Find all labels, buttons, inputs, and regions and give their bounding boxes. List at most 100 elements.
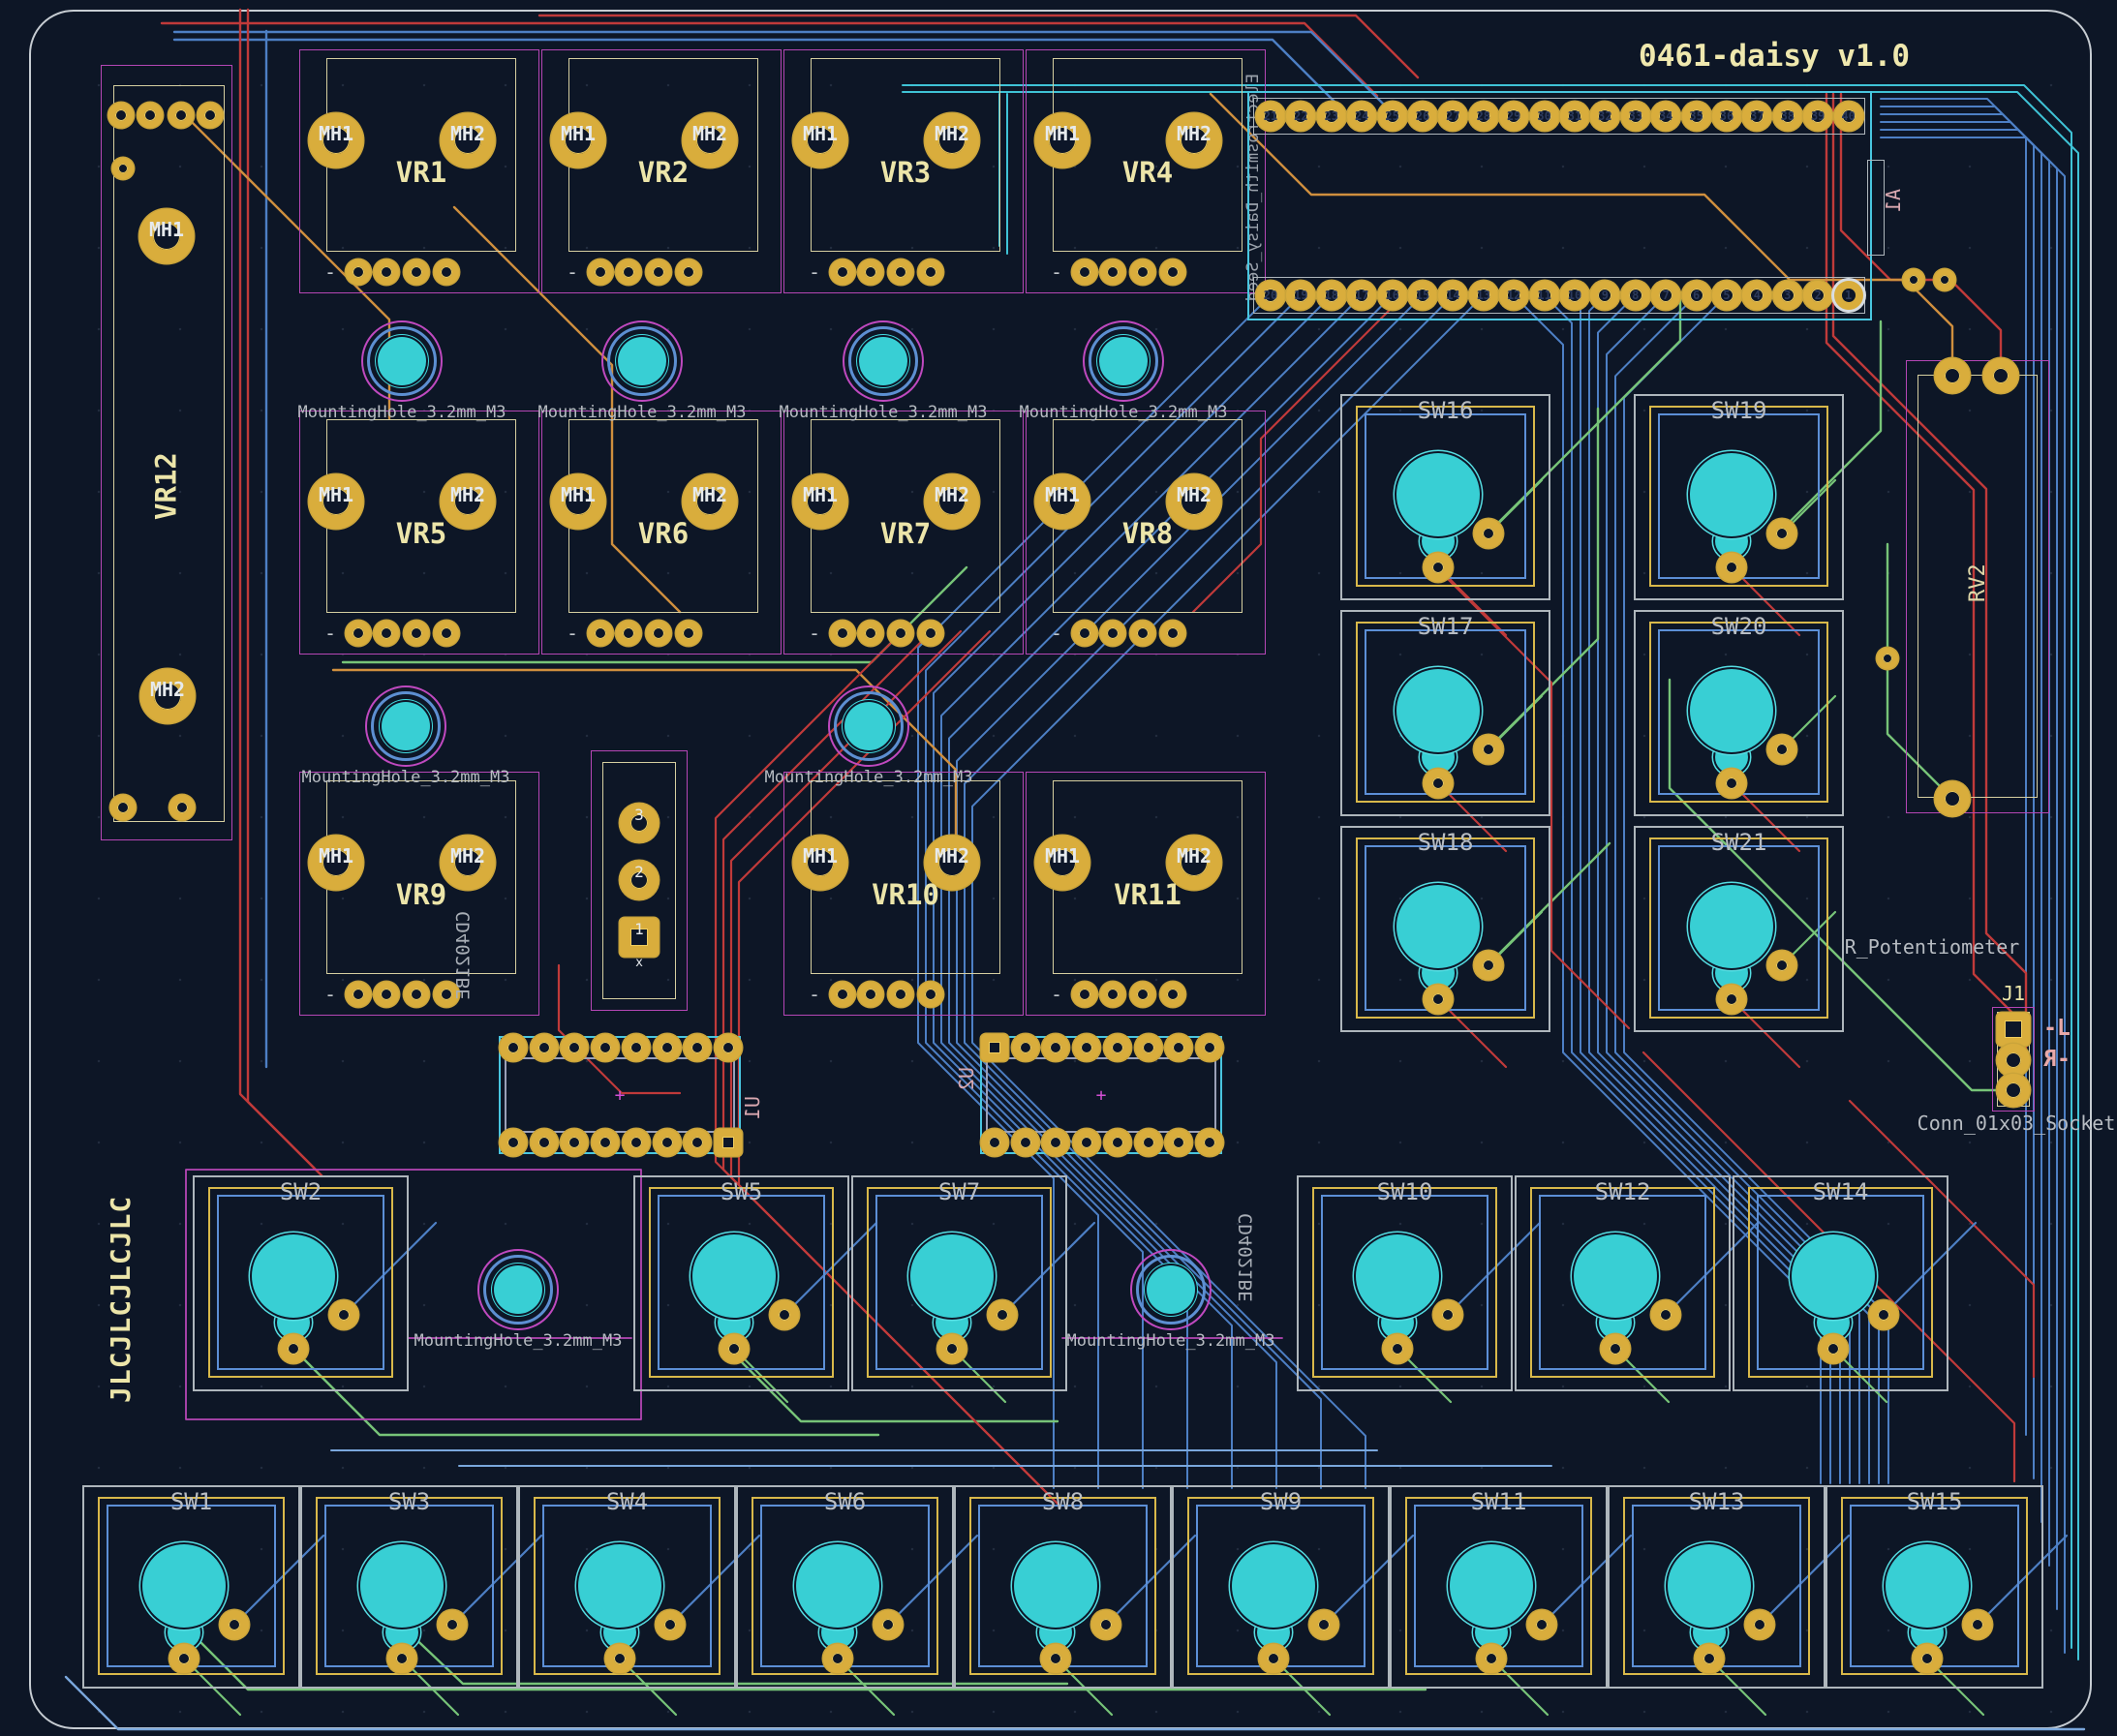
U1-pad-b7[interactable] — [684, 1129, 711, 1156]
VR3-pad-4[interactable] — [918, 259, 943, 285]
VR5-pad-3[interactable] — [404, 621, 429, 646]
SW19-pad-2[interactable] — [1767, 519, 1796, 548]
U2-pad-b4[interactable] — [1073, 1129, 1100, 1156]
VR10-pad-3[interactable] — [888, 982, 913, 1007]
via[interactable] — [112, 158, 134, 179]
SW17-pad-2[interactable] — [1474, 735, 1503, 764]
SW20-pad-2[interactable] — [1767, 735, 1796, 764]
SW3-pad-2[interactable] — [438, 1610, 467, 1639]
RV2-pad-2[interactable] — [1983, 358, 2018, 393]
SW10-pad-1[interactable] — [1383, 1334, 1412, 1363]
VR4-pad-2[interactable] — [1100, 259, 1125, 285]
via[interactable] — [1877, 648, 1898, 669]
SW10-pad-2[interactable] — [1433, 1300, 1462, 1329]
SW19-pad-1[interactable] — [1717, 553, 1746, 582]
U2-pad-t5[interactable] — [1104, 1034, 1131, 1061]
J1-pad-1[interactable] — [1997, 1013, 2030, 1046]
VR5-pad-2[interactable] — [374, 621, 399, 646]
SW14-pad-2[interactable] — [1869, 1300, 1898, 1329]
VR8-pad-3[interactable] — [1130, 621, 1155, 646]
SW11-pad-2[interactable] — [1527, 1610, 1556, 1639]
VR7-pad-4[interactable] — [918, 621, 943, 646]
U1-pad-b8[interactable] — [715, 1129, 742, 1156]
VR4-pad-1[interactable] — [1072, 259, 1097, 285]
SW7-pad-1[interactable] — [937, 1334, 966, 1363]
VR11-pad-4[interactable] — [1160, 982, 1185, 1007]
SW6-pad-2[interactable] — [874, 1610, 903, 1639]
SW1-pad-2[interactable] — [220, 1610, 249, 1639]
U1-pad-t8[interactable] — [715, 1034, 742, 1061]
VR6-pad-3[interactable] — [646, 621, 671, 646]
VR4-pad-4[interactable] — [1160, 259, 1185, 285]
VR7-pad-1[interactable] — [830, 621, 855, 646]
SW21-pad-1[interactable] — [1717, 985, 1746, 1014]
VR8-pad-1[interactable] — [1072, 621, 1097, 646]
U1-pad-b4[interactable] — [592, 1129, 619, 1156]
U1-pad-t6[interactable] — [654, 1034, 681, 1061]
SW16-pad-2[interactable] — [1474, 519, 1503, 548]
VR11-pad-2[interactable] — [1100, 982, 1125, 1007]
VR7-pad-3[interactable] — [888, 621, 913, 646]
U1-pad-b1[interactable] — [500, 1129, 527, 1156]
SW9-pad-1[interactable] — [1259, 1644, 1288, 1673]
VR12-pad-t3[interactable] — [169, 103, 194, 128]
SW13-pad-2[interactable] — [1745, 1610, 1774, 1639]
VR2-pad-4[interactable] — [676, 259, 701, 285]
U2-pad-t8[interactable] — [1196, 1034, 1223, 1061]
VR2-pad-1[interactable] — [588, 259, 613, 285]
via[interactable] — [1903, 269, 1924, 290]
SW12-pad-1[interactable] — [1601, 1334, 1630, 1363]
U1-pad-t2[interactable] — [531, 1034, 558, 1061]
VR11-pad-3[interactable] — [1130, 982, 1155, 1007]
VR8-pad-2[interactable] — [1100, 621, 1125, 646]
SW7-pad-2[interactable] — [988, 1300, 1017, 1329]
VR9-pad-1[interactable] — [346, 982, 371, 1007]
U1-pad-b5[interactable] — [623, 1129, 650, 1156]
VR6-pad-4[interactable] — [676, 621, 701, 646]
VR11-pad-1[interactable] — [1072, 982, 1097, 1007]
U2-pad-b6[interactable] — [1135, 1129, 1162, 1156]
SW6-pad-1[interactable] — [823, 1644, 852, 1673]
SW13-pad-1[interactable] — [1695, 1644, 1724, 1673]
VR8-pad-4[interactable] — [1160, 621, 1185, 646]
SW5-pad-2[interactable] — [770, 1300, 799, 1329]
SW9-pad-2[interactable] — [1309, 1610, 1338, 1639]
VR7-pad-2[interactable] — [858, 621, 883, 646]
SW16-pad-1[interactable] — [1424, 553, 1453, 582]
U2-pad-t1[interactable] — [981, 1034, 1008, 1061]
SW4-pad-1[interactable] — [605, 1644, 634, 1673]
VR12-pad-t1[interactable] — [108, 103, 134, 128]
RV2-pad-3[interactable] — [1935, 781, 1970, 816]
SW4-pad-2[interactable] — [656, 1610, 685, 1639]
VR12-pad-b2[interactable] — [169, 795, 195, 820]
U2-pad-b5[interactable] — [1104, 1129, 1131, 1156]
VR12-pad-t4[interactable] — [198, 103, 223, 128]
SW14-pad-1[interactable] — [1819, 1334, 1848, 1363]
VR10-pad-2[interactable] — [858, 982, 883, 1007]
U2-pad-b1[interactable] — [981, 1129, 1008, 1156]
SW2-pad-1[interactable] — [279, 1334, 308, 1363]
VR12-pad-b1[interactable] — [110, 795, 136, 820]
SW5-pad-1[interactable] — [720, 1334, 749, 1363]
VR10-pad-4[interactable] — [918, 982, 943, 1007]
VR6-pad-1[interactable] — [588, 621, 613, 646]
VR1-pad-3[interactable] — [404, 259, 429, 285]
VR12-pad-t2[interactable] — [138, 103, 163, 128]
J1-pad-2[interactable] — [1997, 1044, 2030, 1077]
J1-pad-3[interactable] — [1997, 1074, 2030, 1107]
VR2-pad-2[interactable] — [616, 259, 641, 285]
VR4-pad-3[interactable] — [1130, 259, 1155, 285]
RV2-pad-1[interactable] — [1935, 358, 1970, 393]
SW12-pad-2[interactable] — [1651, 1300, 1680, 1329]
VR2-pad-3[interactable] — [646, 259, 671, 285]
SW3-pad-1[interactable] — [387, 1644, 416, 1673]
SW20-pad-1[interactable] — [1717, 769, 1746, 798]
U2-pad-t7[interactable] — [1165, 1034, 1192, 1061]
U1-pad-b6[interactable] — [654, 1129, 681, 1156]
U1-pad-t7[interactable] — [684, 1034, 711, 1061]
U2-pad-t4[interactable] — [1073, 1034, 1100, 1061]
VR10-pad-1[interactable] — [830, 982, 855, 1007]
U1-pad-t5[interactable] — [623, 1034, 650, 1061]
VR3-pad-1[interactable] — [830, 259, 855, 285]
U1-pad-t1[interactable] — [500, 1034, 527, 1061]
